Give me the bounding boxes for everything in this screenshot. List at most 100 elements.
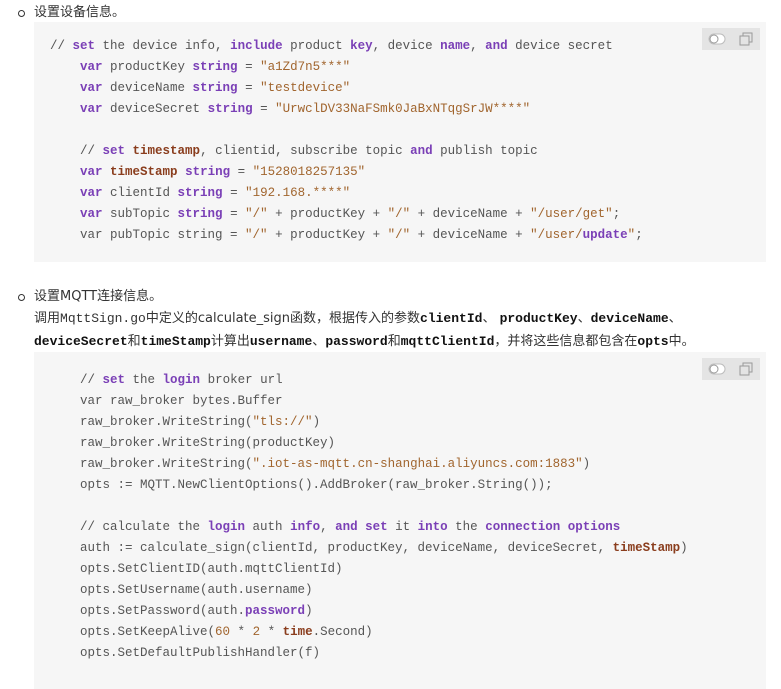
description-text: mqttClientId — [400, 334, 495, 349]
code-token: the — [125, 373, 163, 387]
description-text: timeStamp — [140, 334, 211, 349]
code-token: "testdevice" — [260, 81, 351, 95]
code-token: product — [282, 39, 351, 53]
code-token: set — [102, 144, 126, 158]
code-line: raw_broker.WriteString("tls://") — [50, 412, 688, 433]
code-token: opts.SetClientID(auth.mqttClientId) — [50, 562, 343, 576]
description-text: deviceSecret — [34, 334, 128, 349]
code-token: var — [80, 102, 103, 116]
section-title-mqtt: 设置MQTT连接信息。 — [34, 289, 163, 304]
code-line: var timeStamp string = "1528018257135" — [50, 162, 643, 183]
code-token: var — [80, 60, 103, 74]
code-token: // — [50, 144, 103, 158]
code-token: and — [485, 39, 508, 53]
code-token: = — [252, 102, 276, 116]
code-token: "/user/get" — [530, 207, 613, 221]
code-token: opts.SetPassword(auth. — [50, 604, 246, 618]
code-token: ; — [612, 207, 621, 221]
code-token: var — [80, 165, 103, 179]
code-token: var pubTopic string = — [50, 228, 246, 242]
code-token: // — [50, 373, 103, 387]
description-text: username — [249, 334, 313, 349]
description-text: MqttSign.go — [60, 311, 146, 326]
code-token: ) — [680, 541, 688, 555]
code-token: var — [80, 186, 103, 200]
code-token: password — [245, 604, 306, 618]
code-token: * — [230, 625, 253, 639]
code-content: // set the device info, include product … — [50, 36, 643, 246]
code-token: // calculate the — [50, 520, 208, 534]
code-token: include — [230, 39, 283, 53]
code-line: // set the device info, include product … — [50, 36, 643, 57]
code-line: var raw_broker bytes.Buffer — [50, 391, 688, 412]
code-line: opts.SetKeepAlive(60 * 2 * time.Second) — [50, 622, 688, 643]
code-token: raw_broker.WriteString( — [50, 457, 253, 471]
copy-icon[interactable] — [737, 32, 755, 46]
code-token: and — [410, 144, 433, 158]
code-token: opts.SetUsername(auth.username) — [50, 583, 313, 597]
code-token: ) — [312, 415, 321, 429]
code-line: var productKey string = "a1Zd7n5***" — [50, 57, 643, 78]
code-line: var pubTopic string = "/" + productKey +… — [50, 225, 643, 246]
code-token: productKey — [102, 60, 193, 74]
code-token: = — [230, 165, 253, 179]
code-token: = — [222, 207, 246, 221]
code-line: var clientId string = "192.168.****" — [50, 183, 643, 204]
code-token: var raw_broker bytes.Buffer — [50, 394, 283, 408]
code-toolbar — [702, 28, 760, 50]
code-token: deviceName — [102, 81, 193, 95]
code-toolbar — [702, 358, 760, 380]
code-token: name — [440, 39, 471, 53]
description-text: 、 — [312, 334, 326, 349]
description-text: 和 — [127, 334, 141, 349]
code-token: subTopic — [102, 207, 178, 221]
code-line: opts.SetPassword(auth.password) — [50, 601, 688, 622]
list-bullet — [18, 294, 25, 301]
code-content: // set the login broker url var raw_brok… — [50, 370, 688, 664]
code-token: = — [237, 81, 261, 95]
code-line: var subTopic string = "/" + productKey +… — [50, 204, 643, 225]
section-title-device-info: 设置设备信息。 — [34, 5, 126, 20]
code-token: string — [192, 81, 238, 95]
code-token: "/" — [387, 228, 411, 242]
code-line: // set timestamp, clientid, subscribe to… — [50, 141, 643, 162]
code-token: "a1Zd7n5***" — [260, 60, 351, 74]
code-line: opts.SetClientID(auth.mqttClientId) — [50, 559, 688, 580]
list-bullet — [18, 10, 25, 17]
description-text: deviceName — [590, 311, 669, 326]
toggle-icon[interactable] — [708, 32, 726, 46]
code-token: string — [192, 60, 238, 74]
code-token: opts.SetDefaultPublishHandler(f) — [50, 646, 321, 660]
code-block-device-info: // set the device info, include product … — [34, 22, 766, 262]
code-token: .Second) — [312, 625, 373, 639]
code-token: + deviceName + — [410, 207, 531, 221]
code-token: "/" — [387, 207, 411, 221]
code-token: opts := MQTT.NewClientOptions().AddBroke… — [50, 478, 553, 492]
description-line-1: 调用MqttSign.go中定义的calculate_sign函数，根据传入的参… — [34, 307, 682, 330]
code-token: , — [470, 39, 486, 53]
code-token: ".iot-as-mqtt.cn-shanghai.aliyuncs.com:1… — [252, 457, 583, 471]
description-text: clientId — [420, 311, 483, 326]
code-token: and — [335, 520, 358, 534]
code-token: set — [72, 39, 96, 53]
code-token: the — [447, 520, 486, 534]
description-text: 、 — [668, 311, 682, 326]
code-token: info — [290, 520, 321, 534]
description-text: opts — [637, 334, 669, 349]
copy-icon[interactable] — [737, 362, 755, 376]
code-token: time — [282, 625, 313, 639]
code-token: , device — [372, 39, 441, 53]
code-token: * — [260, 625, 283, 639]
code-token: , clientid, subscribe topic — [200, 144, 411, 158]
code-token: clientId — [102, 186, 178, 200]
code-token: key — [350, 39, 373, 53]
toggle-icon[interactable] — [708, 362, 726, 376]
code-token: string — [207, 102, 253, 116]
code-line: var deviceName string = "testdevice" — [50, 78, 643, 99]
code-line: opts.SetDefaultPublishHandler(f) — [50, 643, 688, 664]
code-token: "tls://" — [252, 415, 313, 429]
